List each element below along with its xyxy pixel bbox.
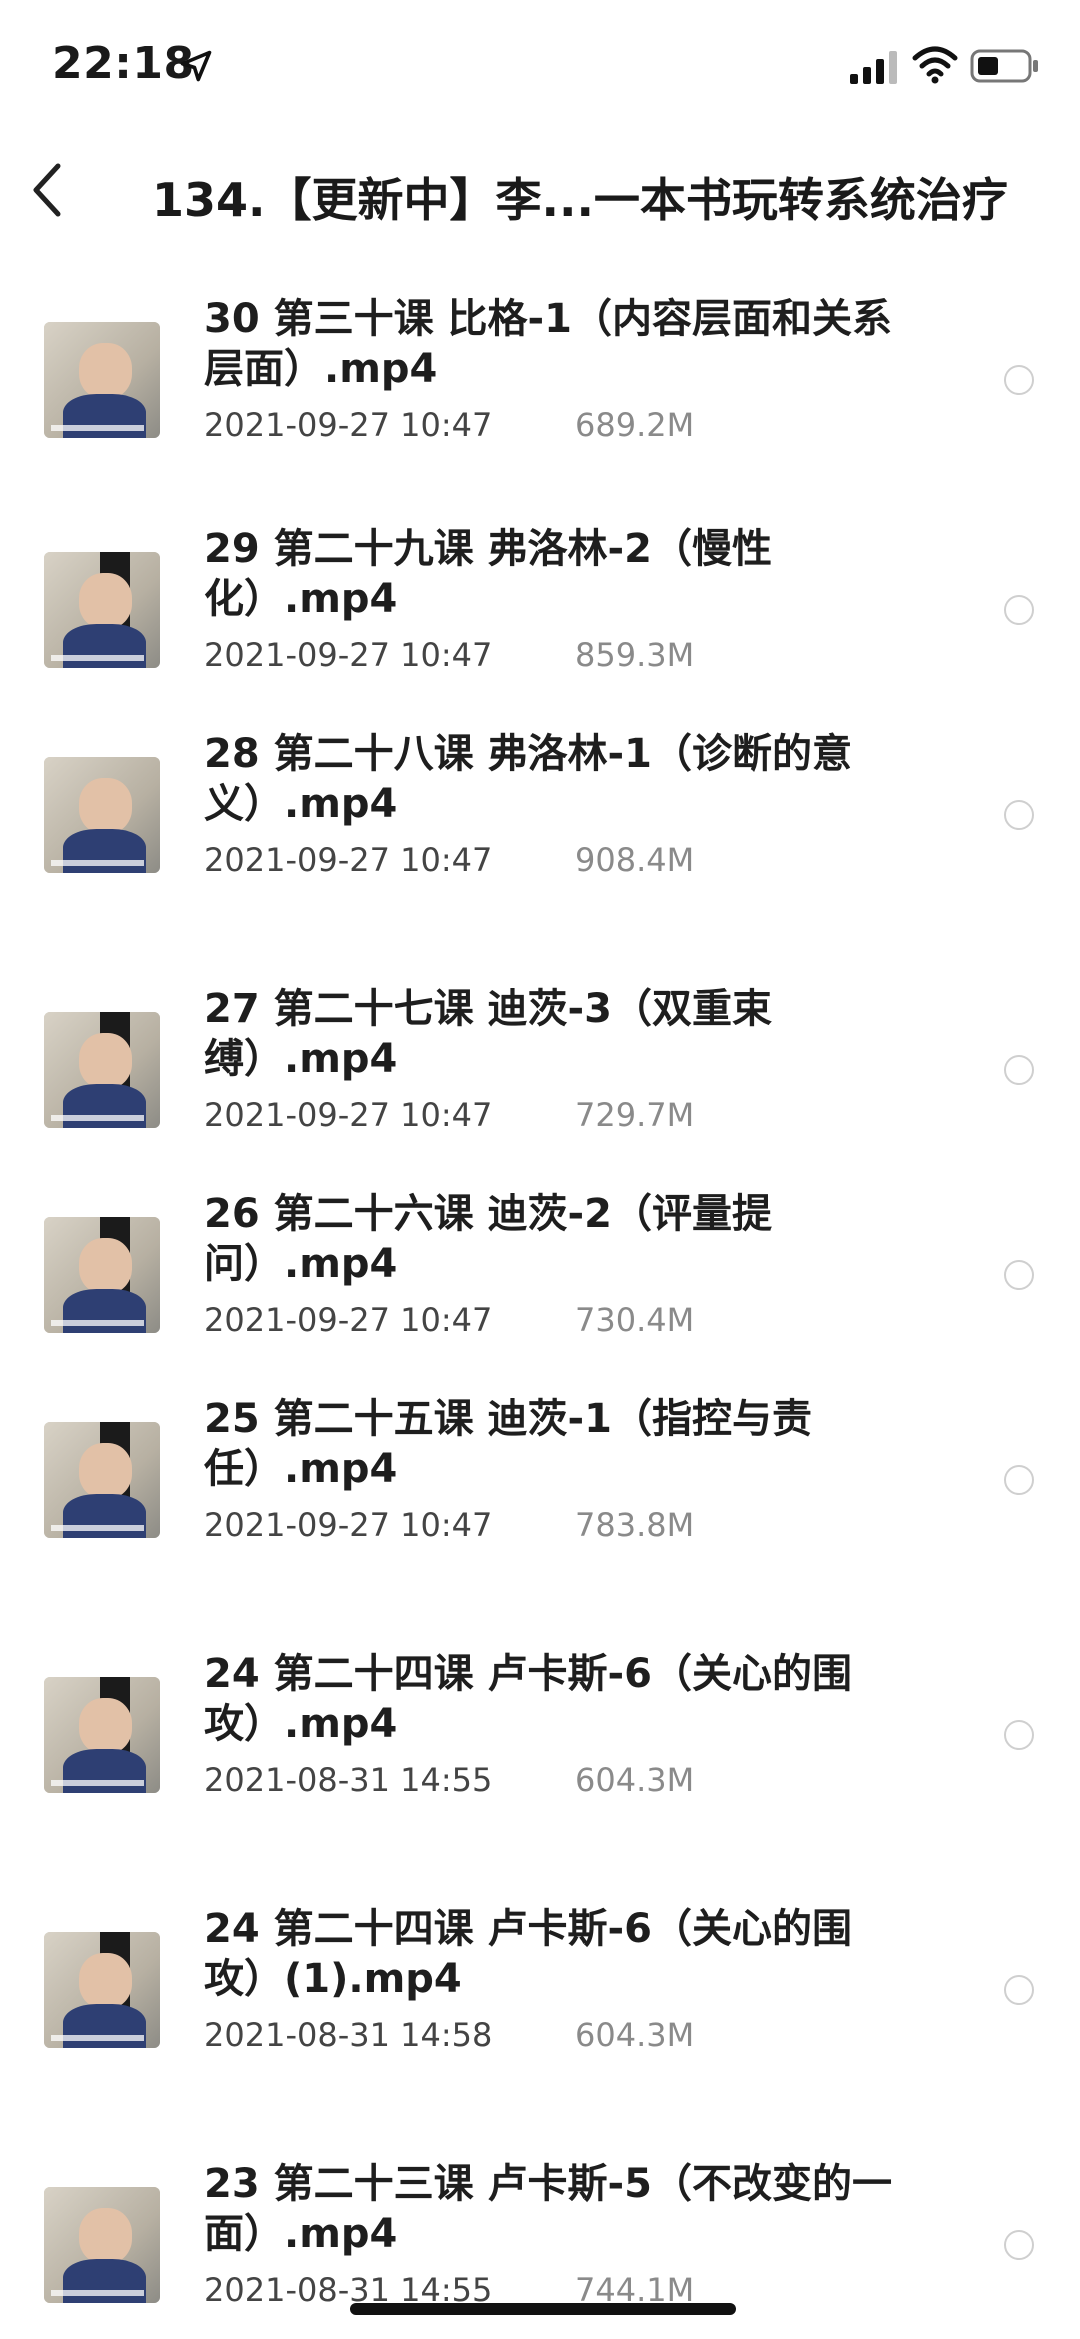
file-name: 29 第二十九课 弗洛林-2（慢性化）.mp4: [204, 526, 772, 622]
file-size: 689.2M: [575, 406, 695, 444]
file-name: 27 第二十七课 迪茨-3（双重束缚）.mp4: [204, 986, 772, 1082]
navigation-bar: 134.【更新中】李...一本书玩转系统治疗: [0, 140, 1080, 250]
file-size: 908.4M: [575, 841, 695, 879]
video-thumbnail: [44, 552, 160, 668]
file-size: 604.3M: [575, 2016, 695, 2054]
status-time: 22:18: [52, 38, 195, 89]
file-name: 26 第二十六课 迪茨-2（评量提问）.mp4: [204, 1191, 772, 1287]
select-checkbox[interactable]: [1004, 1465, 1034, 1495]
location-arrow-icon: [180, 50, 212, 82]
select-checkbox[interactable]: [1004, 595, 1034, 625]
video-thumbnail: [44, 1217, 160, 1333]
video-thumbnail: [44, 757, 160, 873]
file-date: 2021-09-27 10:47: [204, 636, 493, 674]
file-size: 859.3M: [575, 636, 695, 674]
select-checkbox[interactable]: [1004, 1260, 1034, 1290]
video-thumbnail: [44, 1677, 160, 1793]
file-date: 2021-09-27 10:47: [204, 1301, 493, 1339]
file-date: 2021-09-27 10:47: [204, 841, 493, 879]
select-checkbox[interactable]: [1004, 800, 1034, 830]
file-size: 729.7M: [575, 1096, 695, 1134]
video-thumbnail: [44, 2187, 160, 2303]
video-thumbnail: [44, 1012, 160, 1128]
file-row[interactable]: 29 第二十九课 弗洛林-2（慢性化）.mp4 2021-09-27 10:47 8…: [0, 510, 1080, 710]
page-title: 134.【更新中】李...一本书玩转系统治疗: [152, 173, 1008, 227]
file-name: 24 第二十四课 卢卡斯-6（关心的围攻）.mp4: [204, 1651, 852, 1747]
file-row[interactable]: 28 第二十八课 弗洛林-1（诊断的意义）.mp4 2021-09-27 10:4…: [0, 715, 1080, 915]
file-name: 30 第三十课 比格-1（内容层面和关系层面）.mp4: [204, 296, 892, 392]
file-size: 604.3M: [575, 1761, 695, 1799]
video-thumbnail: [44, 1422, 160, 1538]
select-checkbox[interactable]: [1004, 365, 1034, 395]
cellular-signal-icon: [850, 51, 897, 84]
file-date: 2021-09-27 10:47: [204, 1506, 493, 1544]
battery-icon: [970, 49, 1038, 83]
file-name: 24 第二十四课 卢卡斯-6（关心的围攻）(1).mp4: [204, 1906, 852, 2002]
back-chevron-icon[interactable]: [28, 160, 68, 220]
file-name: 25 第二十五课 迪茨-1（指控与责任）.mp4: [204, 1396, 812, 1492]
file-name: 23 第二十三课 卢卡斯-5（不改变的一面）.mp4: [204, 2161, 892, 2257]
video-thumbnail: [44, 322, 160, 438]
file-row[interactable]: 30 第三十课 比格-1（内容层面和关系层面）.mp4 2021-09-27 10…: [0, 280, 1080, 480]
select-checkbox[interactable]: [1004, 1720, 1034, 1750]
file-row[interactable]: 24 第二十四课 卢卡斯-6（关心的围攻）(1).mp4 2021-08-31 1…: [0, 1890, 1080, 2090]
file-name: 28 第二十八课 弗洛林-1（诊断的意义）.mp4: [204, 731, 852, 827]
file-date: 2021-08-31 14:55: [204, 1761, 493, 1799]
select-checkbox[interactable]: [1004, 1975, 1034, 2005]
file-date: 2021-09-27 10:47: [204, 1096, 493, 1134]
file-row[interactable]: 25 第二十五课 迪茨-1（指控与责任）.mp4 2021-09-27 10:47…: [0, 1380, 1080, 1580]
file-row[interactable]: 27 第二十七课 迪茨-3（双重束缚）.mp4 2021-09-27 10:47 7…: [0, 970, 1080, 1170]
file-size: 783.8M: [575, 1506, 695, 1544]
home-indicator: [350, 2303, 736, 2315]
file-row[interactable]: 26 第二十六课 迪茨-2（评量提问）.mp4 2021-09-27 10:47 7…: [0, 1175, 1080, 1375]
file-size: 730.4M: [575, 1301, 695, 1339]
status-bar: 22:18: [0, 0, 1080, 130]
video-thumbnail: [44, 1932, 160, 2048]
file-date: 2021-08-31 14:58: [204, 2016, 493, 2054]
file-row[interactable]: 24 第二十四课 卢卡斯-6（关心的围攻）.mp4 2021-08-31 14:5…: [0, 1635, 1080, 1835]
select-checkbox[interactable]: [1004, 1055, 1034, 1085]
wifi-icon: [912, 46, 958, 84]
file-date: 2021-09-27 10:47: [204, 406, 493, 444]
select-checkbox[interactable]: [1004, 2230, 1034, 2260]
